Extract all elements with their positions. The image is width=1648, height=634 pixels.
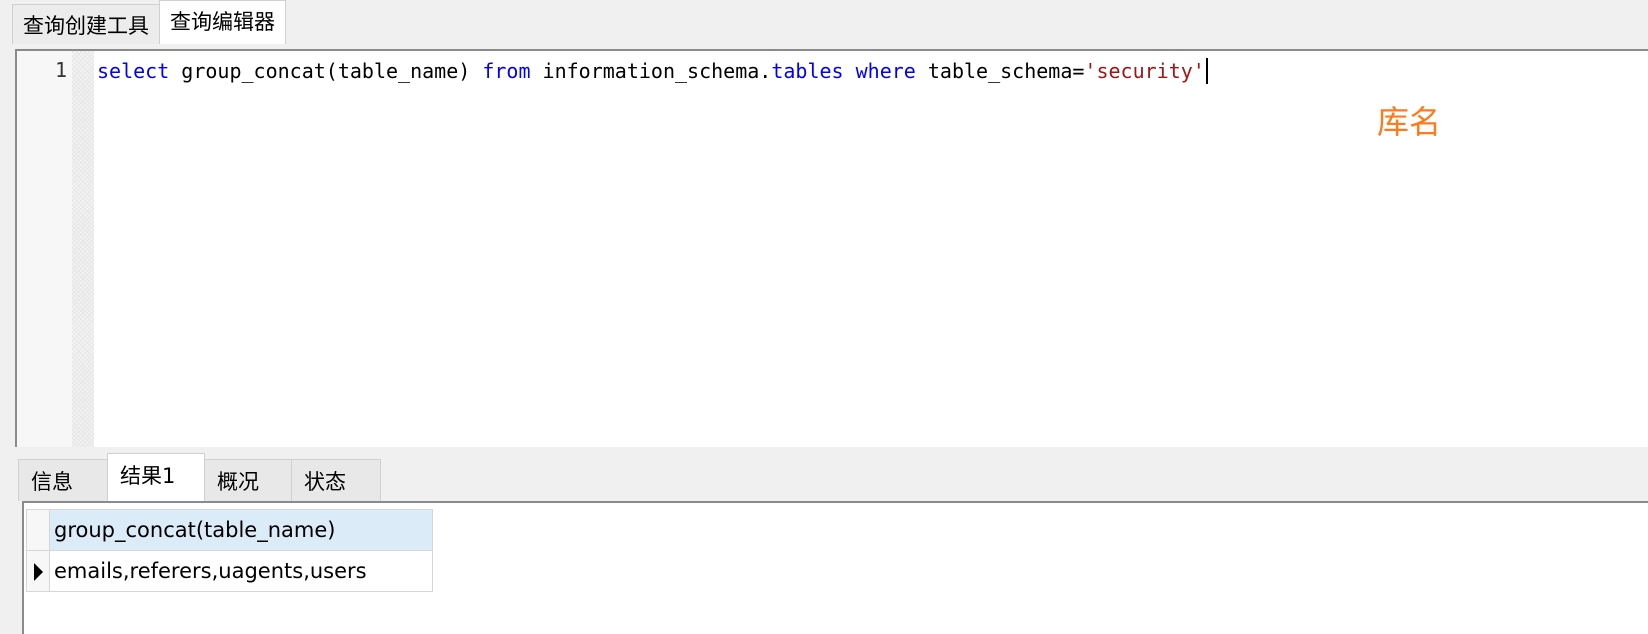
- row-selector[interactable]: [26, 550, 50, 592]
- result-tab-bar: 信息 结果1 概况 状态: [18, 453, 381, 501]
- query-window: 查询创建工具 查询编辑器 1 select group_concat(table…: [0, 0, 1648, 634]
- table-cell[interactable]: emails,referers,uagents,users: [49, 550, 433, 592]
- result-grid[interactable]: group_concat(table_name) emails,referers…: [26, 509, 433, 592]
- code-text: table_schema=: [915, 59, 1085, 83]
- tab-info[interactable]: 信息: [18, 459, 108, 501]
- keyword-where: where: [855, 59, 916, 83]
- text-caret: [1205, 58, 1208, 84]
- tab-status[interactable]: 状态: [291, 459, 381, 501]
- sql-code-line[interactable]: select group_concat(table_name) from inf…: [97, 58, 1208, 84]
- tab-query-builder[interactable]: 查询创建工具: [12, 4, 160, 44]
- code-text: information_schema.: [530, 59, 772, 83]
- table-row[interactable]: emails,referers,uagents,users: [26, 550, 433, 592]
- keyword-select: select: [97, 59, 170, 83]
- tab-query-editor[interactable]: 查询编辑器: [159, 0, 286, 44]
- code-text: group_concat(table_name): [169, 59, 483, 83]
- line-number: 1: [54, 58, 67, 82]
- result-grid-panel: group_concat(table_name) emails,referers…: [22, 501, 1648, 634]
- keyword-from: from: [482, 59, 531, 83]
- database-name-annotation: 库名: [1377, 103, 1442, 141]
- current-row-pointer-icon: [33, 563, 43, 581]
- sql-editor[interactable]: 1 select group_concat(table_name) from i…: [15, 49, 1648, 447]
- line-number-gutter: 1: [17, 51, 94, 447]
- keyword-tables: tables: [771, 59, 844, 83]
- string-literal: 'security': [1084, 59, 1205, 83]
- tab-result-1[interactable]: 结果1: [107, 453, 205, 501]
- grid-header-row: group_concat(table_name): [26, 509, 433, 551]
- tab-profile[interactable]: 概况: [204, 459, 292, 501]
- column-header[interactable]: group_concat(table_name): [49, 509, 433, 551]
- row-selector-header[interactable]: [26, 509, 50, 551]
- gutter-margin: [72, 51, 94, 447]
- query-tab-bar: 查询创建工具 查询编辑器: [12, 0, 286, 44]
